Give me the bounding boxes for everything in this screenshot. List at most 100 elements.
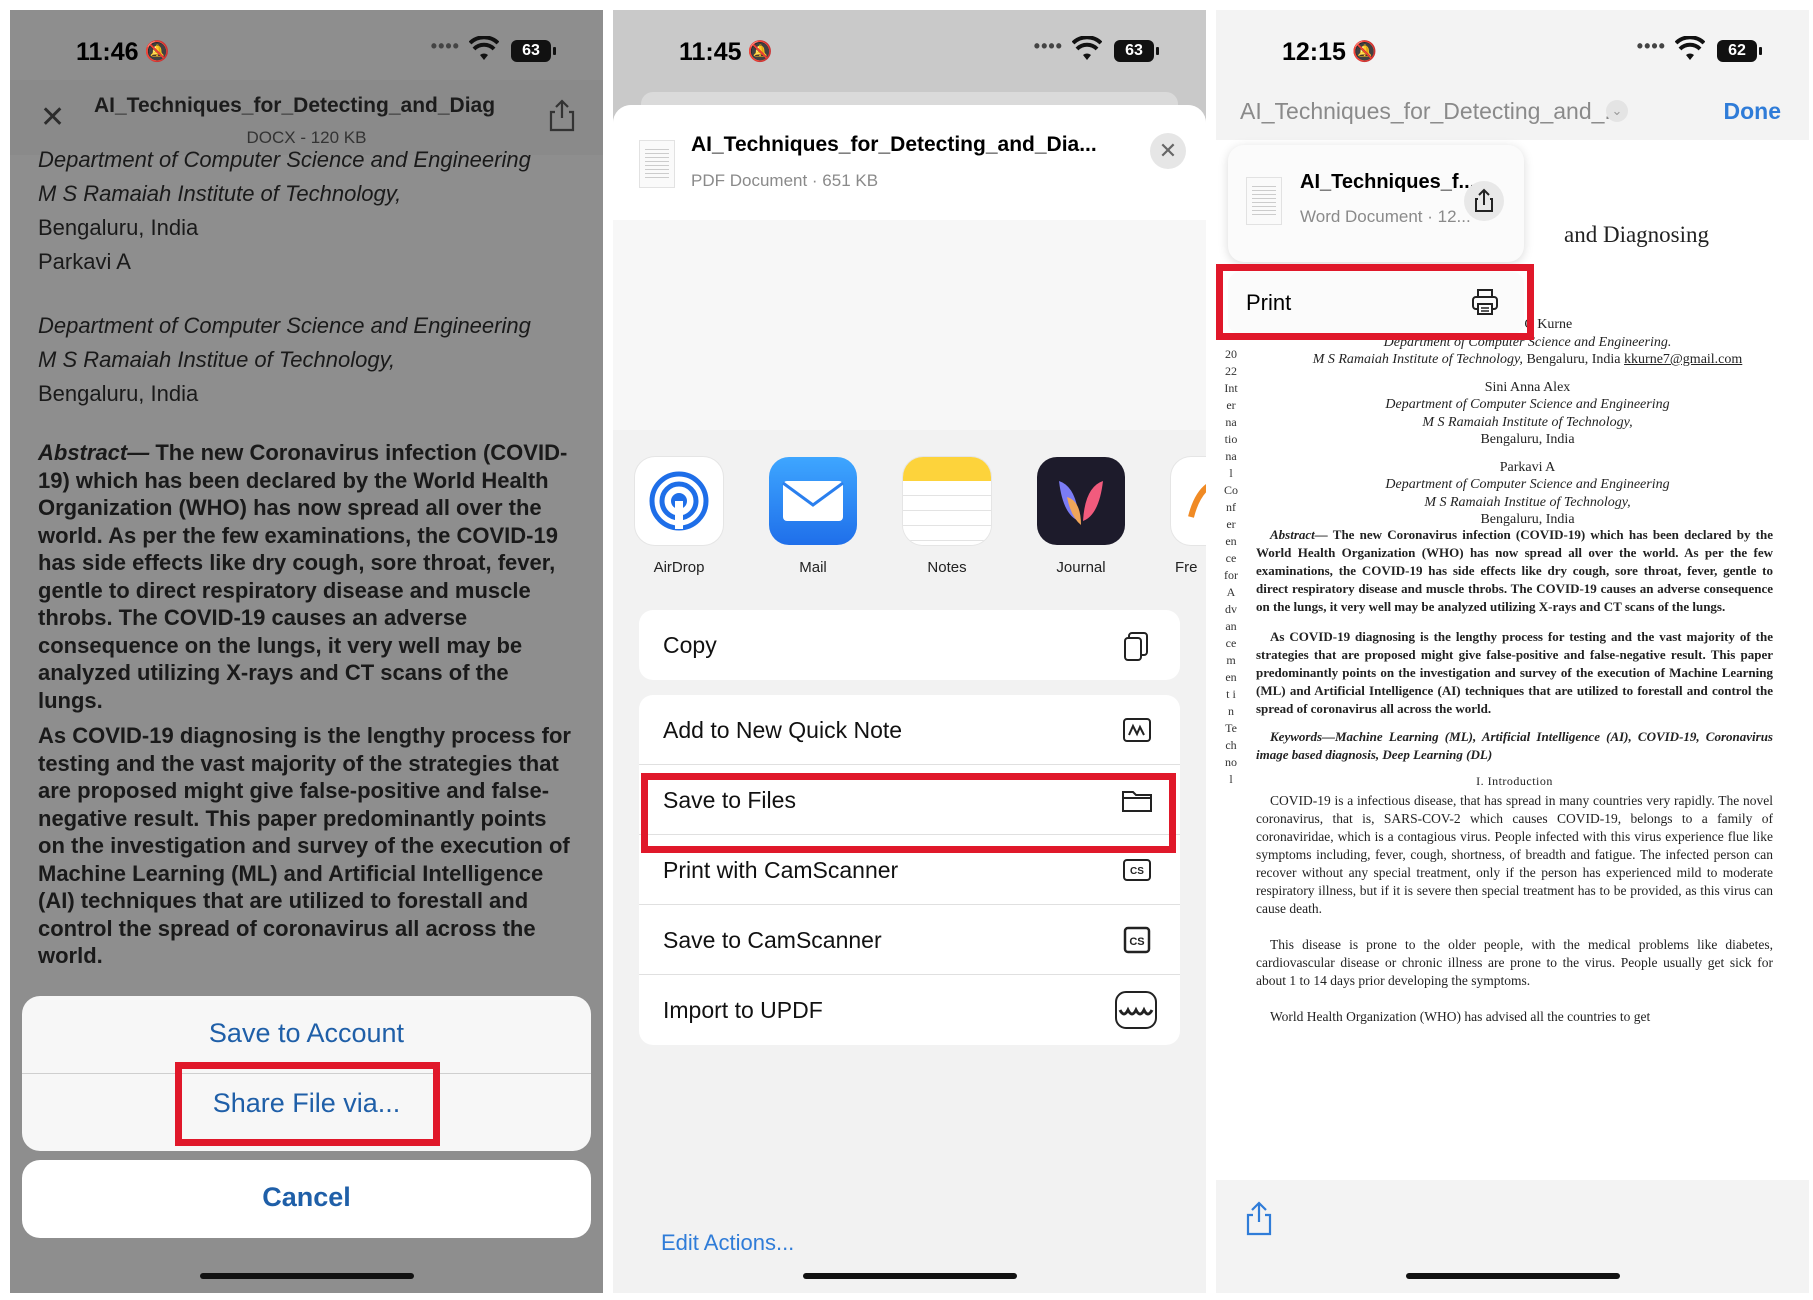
people-suggestions — [613, 220, 1206, 430]
affiliation-inst: M S Ramaiah Institute of Technology, — [38, 181, 402, 206]
author-name: Parkavi A — [38, 249, 131, 274]
conference-sidebar-text: 2022International Conference for Advance… — [1224, 347, 1239, 786]
actions-group: Add to New Quick Note Save to Files Prin… — [639, 695, 1180, 1045]
affiliation-dept: Department of Computer Science and Engin… — [1385, 397, 1670, 412]
cancel-button[interactable]: Cancel — [22, 1182, 591, 1213]
intro-para2: This disease is prone to the older peopl… — [1256, 937, 1773, 988]
import-updf-action[interactable]: Import to UPDF — [639, 975, 1180, 1045]
edit-actions-link[interactable]: Edit Actions... — [661, 1230, 794, 1256]
svg-text:CS: CS — [1130, 866, 1144, 877]
app-mail[interactable]: Mail — [769, 457, 857, 576]
affiliation-inst: M S Ramaiah Institue of Technology, — [38, 347, 396, 372]
author-block: Kshitij C Kurne Department of Computer S… — [1266, 316, 1789, 529]
affiliation-inst: M S Ramaiah Institue of Technology, — [1424, 494, 1631, 510]
abstract-label: Abstract— — [1270, 527, 1328, 542]
action-label: Import to UPDF — [663, 997, 823, 1023]
action-label: Save to CamScanner — [663, 927, 882, 953]
camscanner-icon: CS — [1123, 926, 1151, 954]
file-title: AI_Techniques_for_Detecting_and_Diag... — [94, 94, 494, 117]
home-indicator — [802, 1273, 1017, 1279]
updf-icon — [1115, 991, 1157, 1029]
share-sheet-panel: 11:45 🔕 •••• 63 AI_Techniques_for_Detecti… — [613, 10, 1206, 1293]
document-body: Department of Computer Science and Engin… — [38, 143, 579, 978]
file-thumbnail — [1246, 177, 1282, 225]
section-heading: I. Introduction — [1476, 774, 1553, 788]
chevron-down-icon[interactable]: ⌄ — [1606, 100, 1628, 122]
signal-icon: •••• — [1033, 36, 1063, 56]
affiliation-inst: M S Ramaiah Institute of Technology, — [1312, 352, 1523, 367]
share-file-header: AI_Techniques_for_Detecting_and_Dia... P… — [613, 105, 1206, 220]
app-freeform[interactable]: Fre — [1171, 457, 1206, 576]
file-subtitle: PDF Document · 651 KB — [691, 171, 879, 190]
file-title: AI_Techniques_for_Detecting_and_Dia... — [691, 133, 1097, 156]
wifi-icon — [1675, 36, 1705, 60]
pdf-keywords: Keywords—Machine Learning (ML), Artifici… — [1256, 729, 1773, 762]
notes-icon — [903, 457, 991, 545]
copy-group: Copy — [639, 610, 1180, 680]
battery-icon: 62 — [1717, 40, 1762, 62]
menu-file-subtitle: Word Document · 12... — [1300, 207, 1471, 226]
signal-icon: •••• — [1636, 36, 1666, 56]
share-sheet: AI_Techniques_for_Detecting_and_Dia... P… — [613, 105, 1206, 1293]
freeform-icon — [1171, 457, 1206, 545]
save-to-account-button[interactable]: Save to Account — [22, 1018, 591, 1049]
intro-para1: COVID-19 is a infectious disease, that h… — [1256, 793, 1773, 916]
mail-icon — [769, 457, 857, 545]
app-label: Fre — [1175, 559, 1198, 576]
status-time: 11:46 — [76, 38, 139, 66]
app-airdrop[interactable]: AirDrop — [635, 457, 723, 576]
affiliation-city: Bengaluru, India — [1522, 352, 1625, 367]
copy-icon — [1124, 632, 1148, 661]
document-title[interactable]: AI_Techniques_for_Detecting_and_... — [1240, 98, 1624, 125]
airdrop-icon — [635, 457, 723, 545]
copy-action[interactable]: Copy — [639, 610, 1180, 680]
save-camscanner-action[interactable]: Save to CamScanner CS — [639, 905, 1180, 975]
cancel-sheet: Cancel — [22, 1160, 591, 1238]
file-thumbnail — [639, 140, 675, 188]
abstract-label: Abstract— — [38, 440, 150, 465]
status-time: 11:45 — [679, 38, 742, 66]
close-icon[interactable]: ✕ — [1150, 133, 1186, 169]
file-context-menu: AI_Techniques_f... Word Document · 12... — [1228, 145, 1524, 262]
affiliation-city: Bengaluru, India — [38, 215, 199, 240]
affiliation-city: Bengaluru, India — [38, 381, 199, 406]
status-bar: 12:15 🔕 •••• 62 — [1216, 32, 1809, 72]
svg-text:CS: CS — [1129, 936, 1144, 948]
affiliation-dept: Department of Computer Science and Engin… — [38, 313, 531, 338]
done-button[interactable]: Done — [1724, 98, 1782, 125]
share-icon[interactable] — [1244, 1200, 1274, 1236]
wifi-icon — [469, 36, 499, 60]
home-indicator — [199, 1273, 414, 1279]
app-row: AirDrop Mail Notes Journal Fre — [613, 430, 1206, 576]
menu-file-title: AI_Techniques_f... — [1300, 171, 1476, 193]
app-label: Mail — [799, 559, 827, 576]
app-notes[interactable]: Notes — [903, 457, 991, 576]
action-label: Add to New Quick Note — [663, 717, 903, 743]
pdf-abstract-para2: As COVID-19 diagnosing is the lengthy pr… — [1256, 629, 1773, 716]
status-time: 12:15 — [1282, 38, 1346, 66]
nav-bar: AI_Techniques_for_Detecting_and_... ⌄ Do… — [1216, 85, 1809, 135]
action-label: Copy — [663, 632, 717, 658]
author-email[interactable]: kkurne7@gmail.com — [1624, 352, 1742, 367]
app-label: Journal — [1056, 559, 1106, 576]
wifi-icon — [1072, 36, 1102, 60]
home-indicator — [1405, 1273, 1620, 1279]
quick-note-action[interactable]: Add to New Quick Note — [639, 695, 1180, 765]
author-name: Parkavi A — [1499, 459, 1556, 475]
app-journal[interactable]: Journal — [1037, 457, 1125, 576]
share-button[interactable] — [1464, 181, 1504, 221]
app-label: Notes — [927, 559, 967, 576]
intro-para3: World Health Organization (WHO) has advi… — [1270, 1009, 1651, 1024]
silent-bell-icon: 🔕 — [747, 41, 773, 63]
share-icon[interactable] — [547, 98, 577, 132]
affiliation-dept: Department of Computer Science and Engin… — [1385, 477, 1670, 492]
signal-icon: •••• — [430, 36, 460, 56]
app-label: AirDrop — [653, 559, 705, 576]
journal-icon — [1037, 457, 1125, 545]
camscanner-print-icon: CS — [1123, 859, 1151, 881]
abstract-para2: As COVID-19 diagnosing is the lengthy pr… — [38, 723, 571, 968]
quick-note-icon — [1123, 718, 1151, 742]
docx-viewer-panel: 11:46 🔕 •••• 63 ✕ AI_Techniques_for_Detec… — [10, 10, 603, 1293]
highlight-box — [175, 1062, 440, 1146]
status-bar: 11:45 🔕 •••• 63 — [613, 32, 1206, 72]
